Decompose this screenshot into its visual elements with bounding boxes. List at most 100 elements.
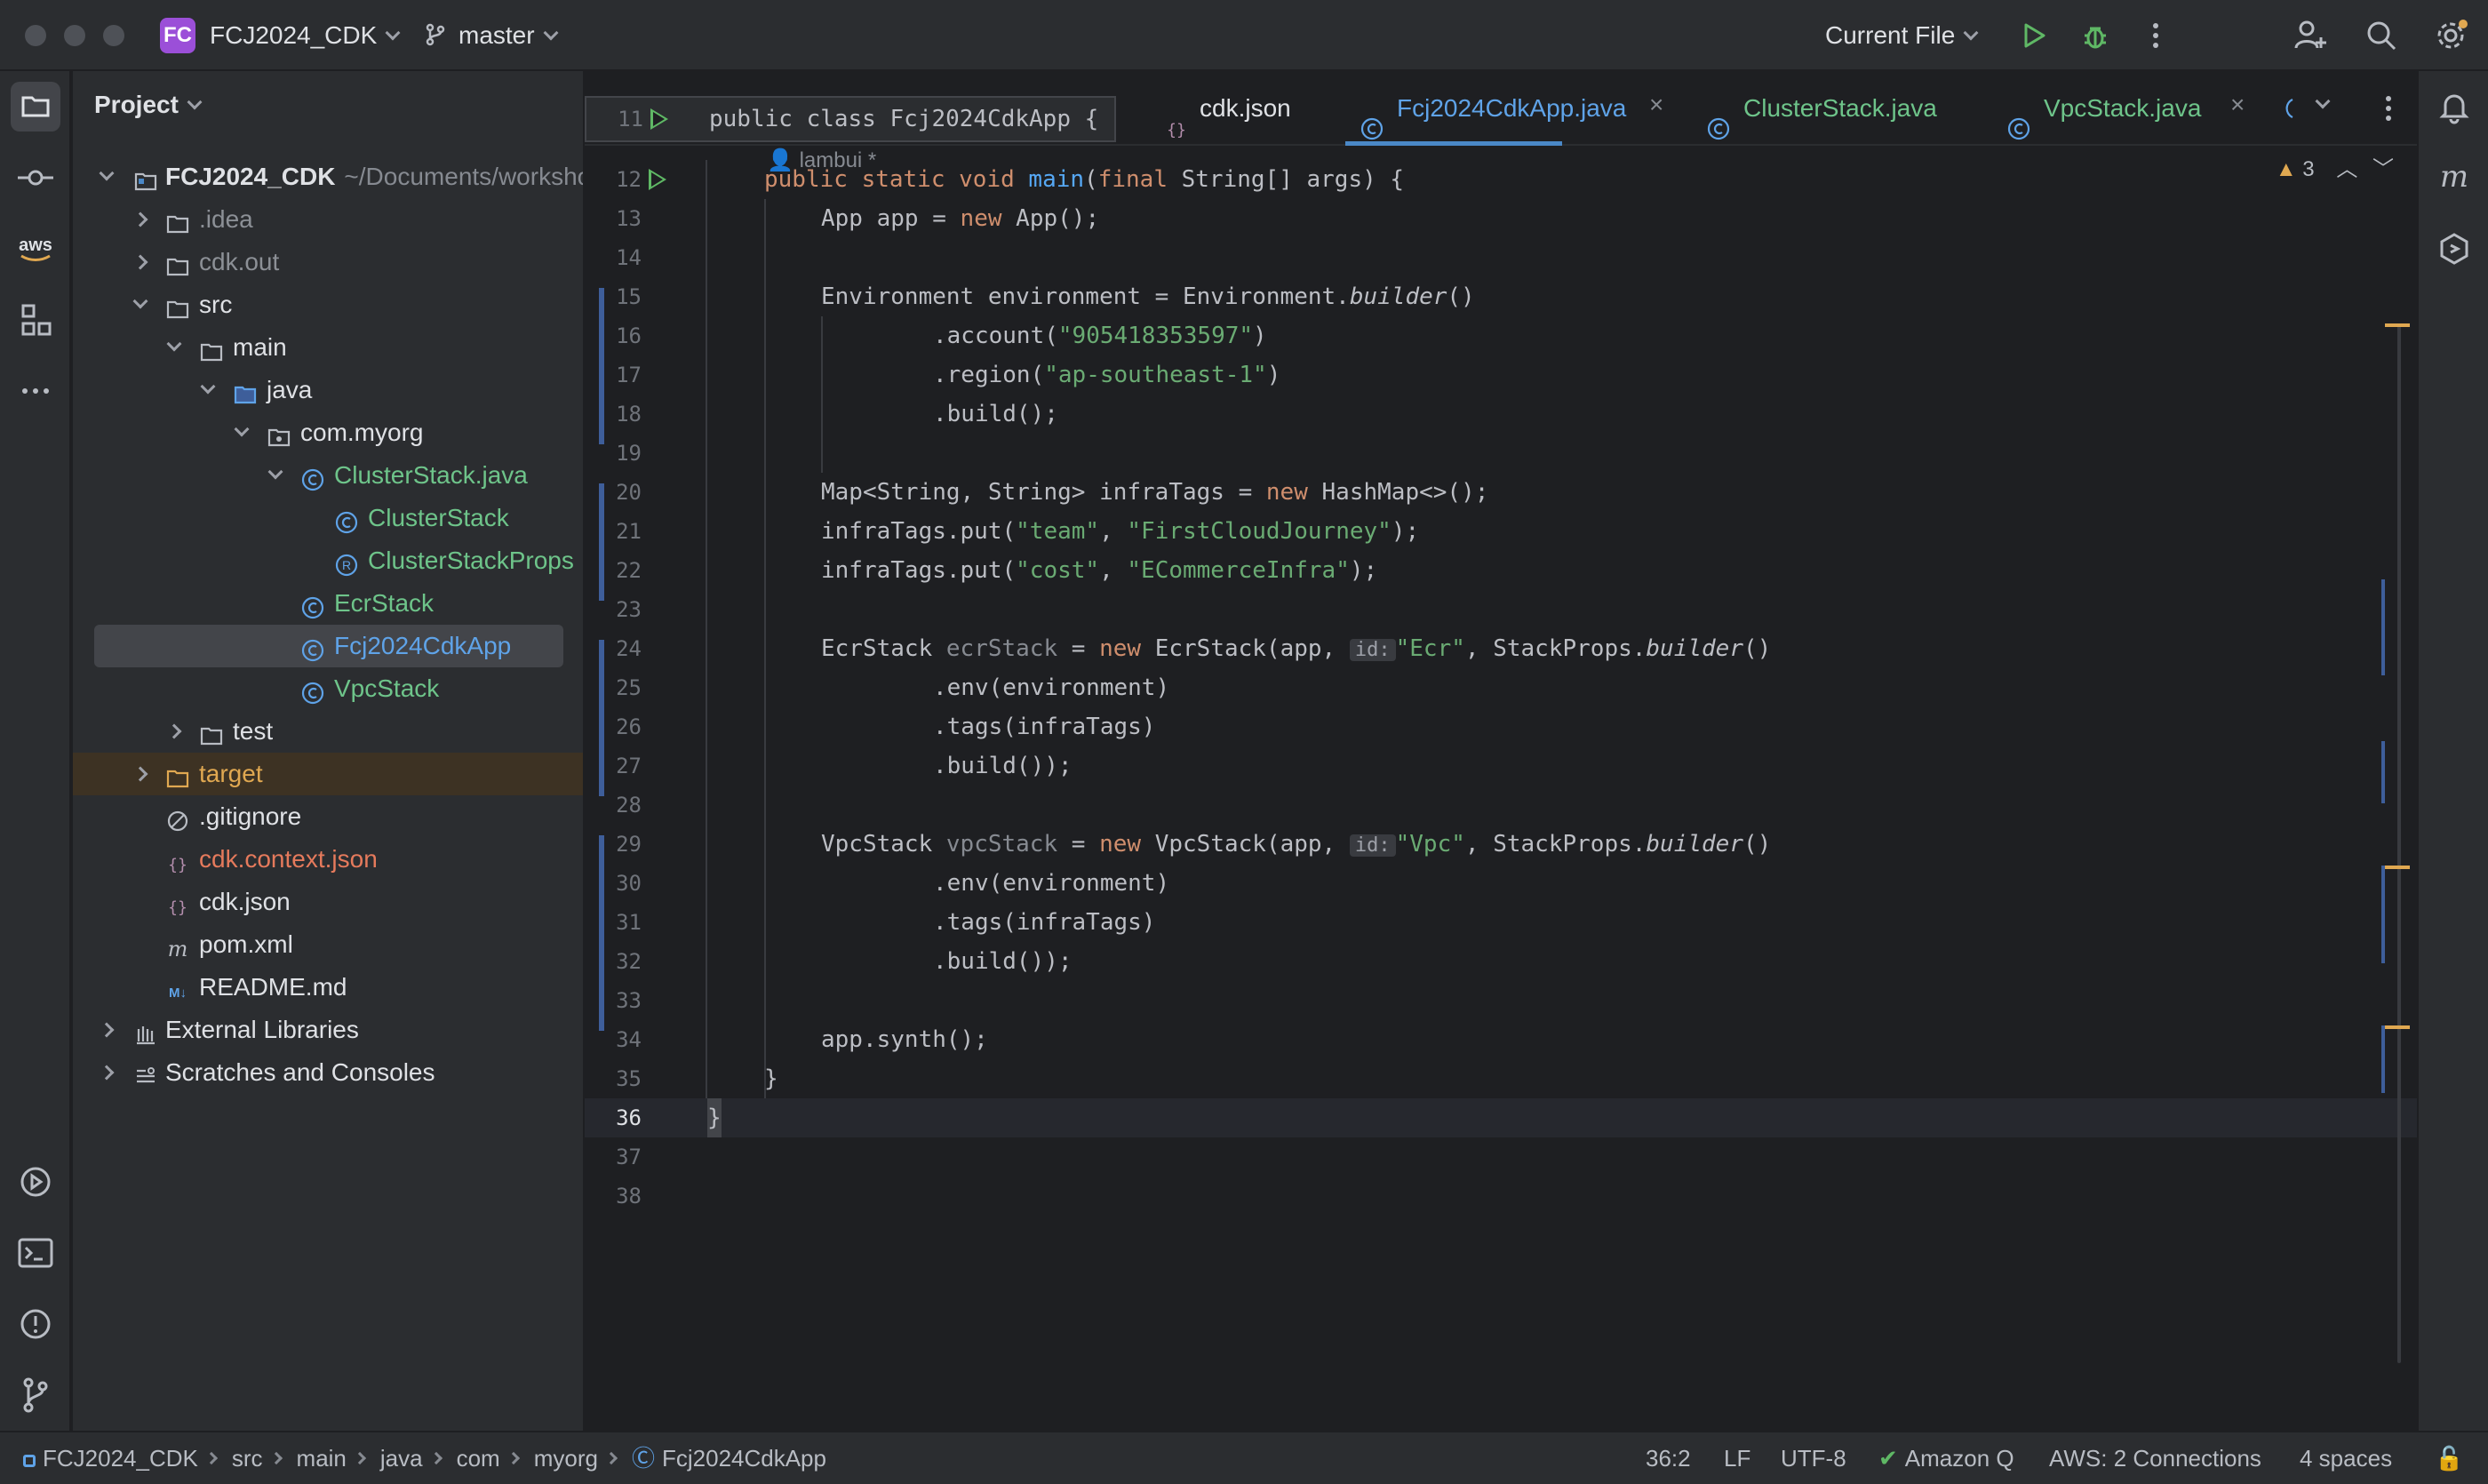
- code-line-current[interactable]: 36}: [585, 1098, 2417, 1137]
- services-tool-button[interactable]: [11, 1157, 60, 1207]
- project-view-selector[interactable]: Project: [94, 91, 203, 119]
- code-line[interactable]: 21 infraTags.put("team", "FirstCloudJourn…: [585, 512, 2417, 551]
- code-line[interactable]: 24 EcrStack ecrStack = new EcrStack(app, …: [585, 629, 2417, 668]
- tree-item-cdk-out[interactable]: cdk.out: [73, 241, 583, 283]
- chevron-right-icon[interactable]: [132, 211, 148, 227]
- change-marker[interactable]: [2381, 741, 2385, 803]
- code-line[interactable]: 35}: [585, 1059, 2417, 1098]
- breadcrumb-item[interactable]: src: [232, 1445, 263, 1472]
- code-line[interactable]: 23: [585, 590, 2417, 629]
- close-window-button[interactable]: [25, 25, 46, 46]
- run-button[interactable]: [2014, 16, 2053, 55]
- code-line[interactable]: 20 Map<String, String> infraTags = new Ha…: [585, 473, 2417, 512]
- change-marker[interactable]: [2381, 579, 2385, 675]
- code-line[interactable]: 17 .region("ap-southeast-1"): [585, 355, 2417, 395]
- code-line[interactable]: 30 .env(environment): [585, 864, 2417, 903]
- maven-tool-button[interactable]: m: [2429, 153, 2479, 203]
- code-line[interactable]: 25 .env(environment): [585, 668, 2417, 707]
- branch-switcher[interactable]: master: [423, 20, 559, 52]
- project-badge[interactable]: FC: [160, 18, 195, 53]
- sticky-scroll-header[interactable]: 11 public class Fcj2024CdkApp {: [585, 96, 1116, 142]
- tree-item-idea[interactable]: .idea: [73, 198, 583, 241]
- tree-item-scratches[interactable]: Scratches and Consoles: [73, 1051, 583, 1094]
- breadcrumb-item[interactable]: FCJ2024_CDK: [43, 1445, 198, 1472]
- project-switcher[interactable]: FCJ2024_CDK: [210, 20, 401, 52]
- maximize-window-button[interactable]: [103, 25, 124, 46]
- chevron-down-icon[interactable]: [132, 293, 148, 309]
- terminal-tool-button[interactable]: [11, 1228, 60, 1278]
- tree-item-readme-md[interactable]: M↓ README.md: [73, 966, 583, 1009]
- more-tool-windows-button[interactable]: [11, 366, 60, 416]
- code-editor[interactable]: 12 public static void main(final String[]…: [585, 160, 2417, 1216]
- line-separator[interactable]: LF: [1724, 1432, 1750, 1484]
- code-with-me-button[interactable]: [2291, 16, 2330, 55]
- breadcrumb-item[interactable]: main: [297, 1445, 347, 1472]
- run-gutter-icon[interactable]: [650, 108, 668, 130]
- caret-position[interactable]: 36:2: [1646, 1432, 1691, 1484]
- breadcrumb-item[interactable]: myorg: [534, 1445, 598, 1472]
- warning-marker[interactable]: [2385, 866, 2410, 869]
- tree-item-clusterstackprops[interactable]: R ClusterStackProps: [73, 539, 583, 582]
- notifications-button[interactable]: [2429, 82, 2479, 132]
- amazon-q-tool-button[interactable]: [2429, 224, 2479, 274]
- tree-item-external-libraries[interactable]: External Libraries: [73, 1009, 583, 1051]
- debug-button[interactable]: [2076, 16, 2115, 55]
- tree-item-vpcstack[interactable]: VpcStack: [73, 667, 583, 710]
- code-line[interactable]: 38: [585, 1177, 2417, 1216]
- tree-item-test[interactable]: test: [73, 710, 583, 753]
- search-everywhere-button[interactable]: [2362, 16, 2401, 55]
- indent-settings[interactable]: 4 spaces: [2300, 1432, 2392, 1484]
- code-line[interactable]: 27 .build());: [585, 746, 2417, 786]
- code-line[interactable]: 28: [585, 786, 2417, 825]
- code-line[interactable]: 18 .build();: [585, 395, 2417, 434]
- minimize-window-button[interactable]: [64, 25, 85, 46]
- close-tab-icon[interactable]: ×: [2230, 91, 2245, 119]
- problems-tool-button[interactable]: [11, 1299, 60, 1349]
- code-line[interactable]: 19: [585, 434, 2417, 473]
- error-stripe[interactable]: [2378, 146, 2417, 1431]
- chevron-right-icon[interactable]: [99, 1022, 115, 1038]
- chevron-right-icon[interactable]: [99, 1065, 115, 1081]
- chevron-down-icon[interactable]: [234, 421, 250, 437]
- aws-toolkit-button[interactable]: aws: [11, 224, 60, 274]
- code-line[interactable]: 13 App app = new App();: [585, 199, 2417, 238]
- code-line[interactable]: 33: [585, 981, 2417, 1020]
- code-line[interactable]: 32 .build());: [585, 942, 2417, 981]
- code-line[interactable]: 31 .tags(infraTags): [585, 903, 2417, 942]
- breadcrumb-item[interactable]: com: [457, 1445, 500, 1472]
- tree-item-com-myorg[interactable]: com.myorg: [73, 411, 583, 454]
- chevron-down-icon[interactable]: [200, 379, 216, 395]
- tab-list-dropdown[interactable]: [2315, 93, 2342, 121]
- structure-tool-button[interactable]: [11, 295, 60, 345]
- java-class-icon[interactable]: [2277, 96, 2301, 121]
- code-line[interactable]: 15 Environment environment = Environment.…: [585, 277, 2417, 316]
- file-encoding[interactable]: UTF-8: [1781, 1432, 1846, 1484]
- read-only-toggle[interactable]: 🔓: [2435, 1432, 2463, 1484]
- tree-item-src[interactable]: src: [73, 283, 583, 326]
- project-tool-button[interactable]: [11, 82, 60, 132]
- breadcrumb-item[interactable]: Fcj2024CdkApp: [662, 1445, 826, 1472]
- change-marker[interactable]: [2381, 1025, 2385, 1093]
- code-line[interactable]: 14: [585, 238, 2417, 277]
- code-line[interactable]: 22 infraTags.put("cost", "ECommerceInfra"…: [585, 551, 2417, 590]
- navigation-breadcrumb[interactable]: FCJ2024_CDK src main java com myorg Ⓒ Fcj2024Cd…: [23, 1432, 826, 1484]
- warning-marker[interactable]: [2385, 1025, 2410, 1029]
- warning-marker[interactable]: [2385, 323, 2410, 327]
- tab-fcj2024cdkapp-java[interactable]: Fcj2024CdkApp.java: [1345, 71, 1626, 146]
- tree-item-root[interactable]: FCJ2024_CDK ~/Documents/workshop: [73, 156, 583, 198]
- run-configuration-selector[interactable]: Current File: [1825, 20, 1979, 52]
- settings-button[interactable]: [2431, 16, 2470, 55]
- run-gutter-icon[interactable]: [649, 169, 666, 190]
- tree-item-main[interactable]: main: [73, 326, 583, 369]
- more-actions-button[interactable]: [2136, 16, 2175, 55]
- tree-item-ecrstack[interactable]: EcrStack: [73, 582, 583, 625]
- tree-item-gitignore[interactable]: .gitignore: [73, 795, 583, 838]
- tree-item-cdk-context-json[interactable]: {} cdk.context.json: [73, 838, 583, 881]
- close-tab-icon[interactable]: ×: [1649, 91, 1663, 119]
- chevron-down-icon[interactable]: [267, 464, 283, 480]
- tab-options-button[interactable]: [2378, 91, 2399, 126]
- scrollbar-track[interactable]: [2397, 323, 2401, 1363]
- code-line[interactable]: 12 public static void main(final String[]…: [585, 160, 2417, 199]
- chevron-down-icon[interactable]: [99, 165, 115, 181]
- amazon-q-status[interactable]: ✔ Amazon Q: [1878, 1432, 2014, 1484]
